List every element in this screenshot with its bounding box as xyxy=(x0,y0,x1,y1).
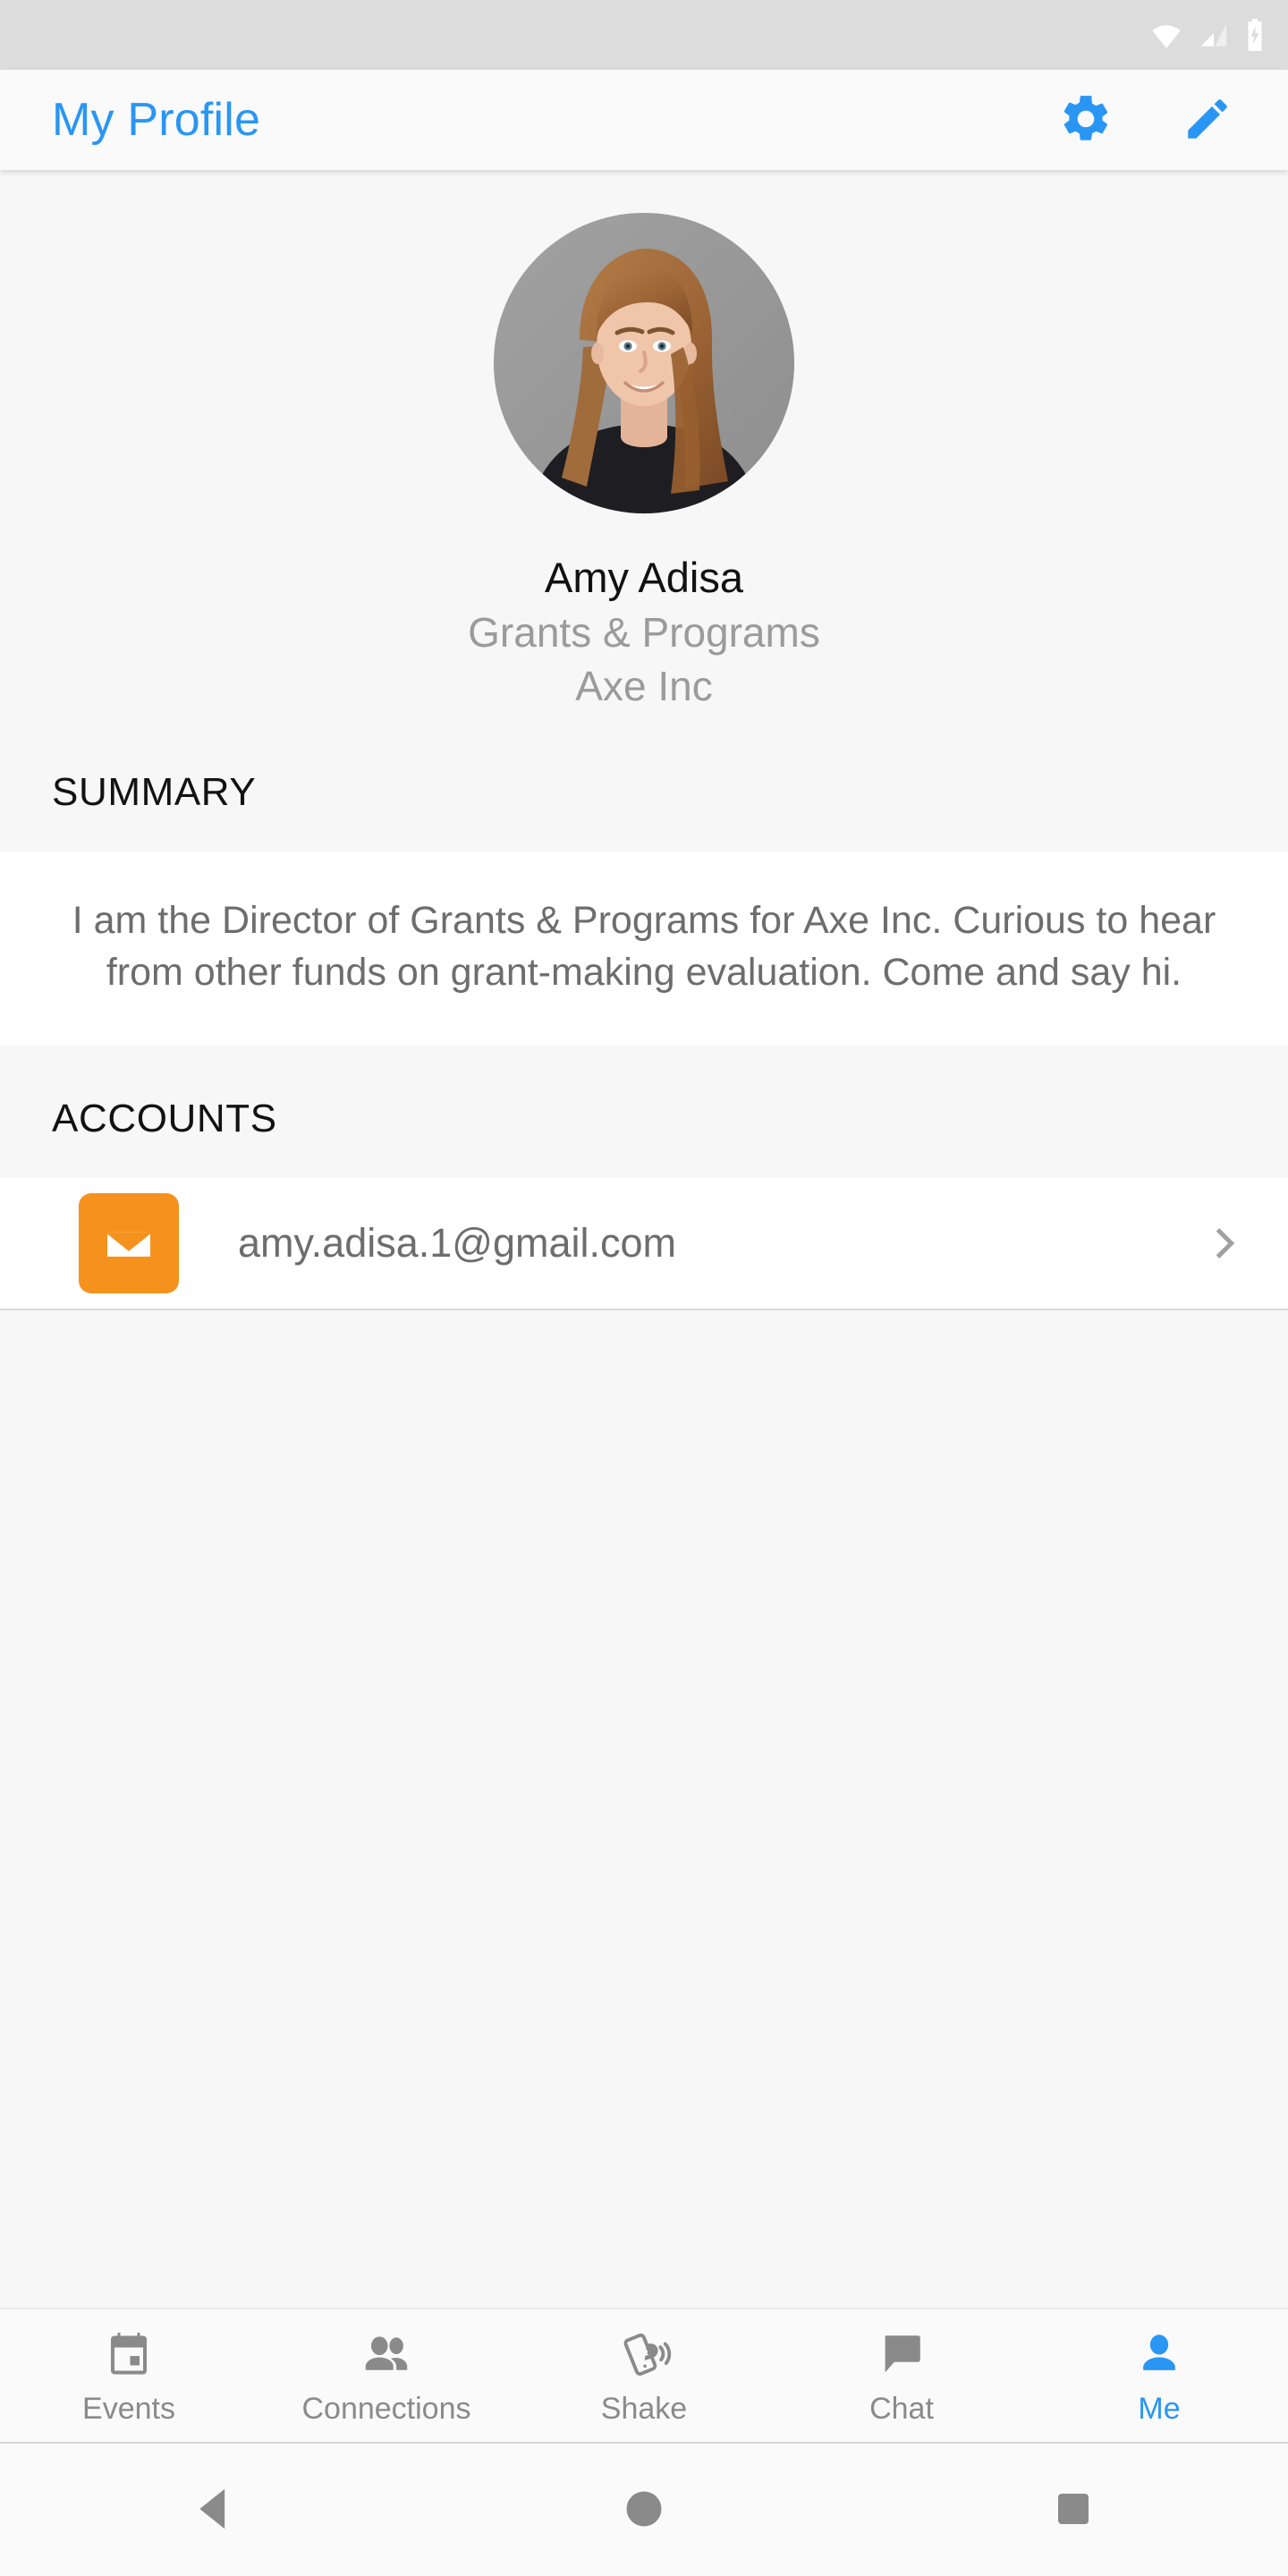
tab-shake[interactable]: Shake xyxy=(515,2309,773,2442)
nav-recents-button[interactable] xyxy=(859,2444,1288,2576)
gear-icon xyxy=(1058,91,1114,149)
tab-label-chat: Chat xyxy=(869,2392,934,2426)
chat-bubble-icon xyxy=(876,2327,928,2383)
pencil-icon xyxy=(1182,93,1233,148)
account-row[interactable]: amy.adisa.1@gmail.com xyxy=(0,1177,1288,1310)
settings-button[interactable] xyxy=(1045,79,1127,161)
person-icon xyxy=(1133,2327,1185,2383)
phone-screen: My Profile Amy Adisa Grants & Programs A… xyxy=(0,0,1288,2576)
profile-name: Amy Adisa xyxy=(544,554,744,601)
summary-section-header: SUMMARY xyxy=(0,718,1288,852)
summary-card: I am the Director of Grants & Programs f… xyxy=(0,851,1288,1046)
profile-role: Grants & Programs xyxy=(468,608,820,656)
page-title: My Profile xyxy=(52,94,261,146)
status-bar xyxy=(0,0,1288,70)
nav-home-button[interactable] xyxy=(429,2444,859,2576)
nav-back-button[interactable] xyxy=(0,2444,429,2576)
chevron-right-icon[interactable] xyxy=(1193,1212,1256,1275)
back-triangle-icon xyxy=(194,2486,235,2535)
profile-content: Amy Adisa Grants & Programs Axe Inc SUMM… xyxy=(0,170,1288,2308)
home-circle-icon xyxy=(621,2486,667,2535)
tab-events[interactable]: Events xyxy=(0,2309,258,2442)
wifi-icon xyxy=(1150,21,1182,48)
accounts-header-label: ACCOUNTS xyxy=(52,1096,277,1140)
tab-label-me: Me xyxy=(1138,2392,1181,2426)
email-icon xyxy=(79,1192,179,1293)
tab-chat[interactable]: Chat xyxy=(773,2309,1030,2442)
accounts-section-header: ACCOUNTS xyxy=(0,1045,1288,1178)
shake-phone-icon xyxy=(616,2327,672,2383)
app-bar-actions xyxy=(1045,79,1249,161)
tab-label-events: Events xyxy=(82,2392,175,2426)
calendar-icon xyxy=(102,2327,156,2383)
recents-square-icon xyxy=(1052,2487,1095,2533)
tab-me[interactable]: Me xyxy=(1030,2309,1288,2442)
empty-space xyxy=(0,1309,1288,2308)
tab-connections[interactable]: Connections xyxy=(258,2309,515,2442)
tab-label-connections: Connections xyxy=(301,2392,471,2426)
app-bar: My Profile xyxy=(0,70,1288,170)
profile-company: Axe Inc xyxy=(575,663,713,710)
cellular-signal-icon xyxy=(1199,21,1229,48)
edit-button[interactable] xyxy=(1166,79,1249,161)
summary-header-label: SUMMARY xyxy=(52,769,257,814)
people-icon xyxy=(359,2327,414,2383)
battery-charging-icon xyxy=(1245,19,1265,51)
bottom-tab-bar: Events Connections Shake Chat Me xyxy=(0,2308,1288,2442)
summary-text: I am the Director of Grants & Programs f… xyxy=(72,898,1216,995)
account-email-value: amy.adisa.1@gmail.com xyxy=(238,1219,677,1266)
system-navigation-bar xyxy=(0,2442,1288,2576)
avatar[interactable] xyxy=(494,213,794,513)
tab-label-shake: Shake xyxy=(600,2392,688,2426)
profile-summary-block: Amy Adisa Grants & Programs Axe Inc xyxy=(0,170,1288,719)
